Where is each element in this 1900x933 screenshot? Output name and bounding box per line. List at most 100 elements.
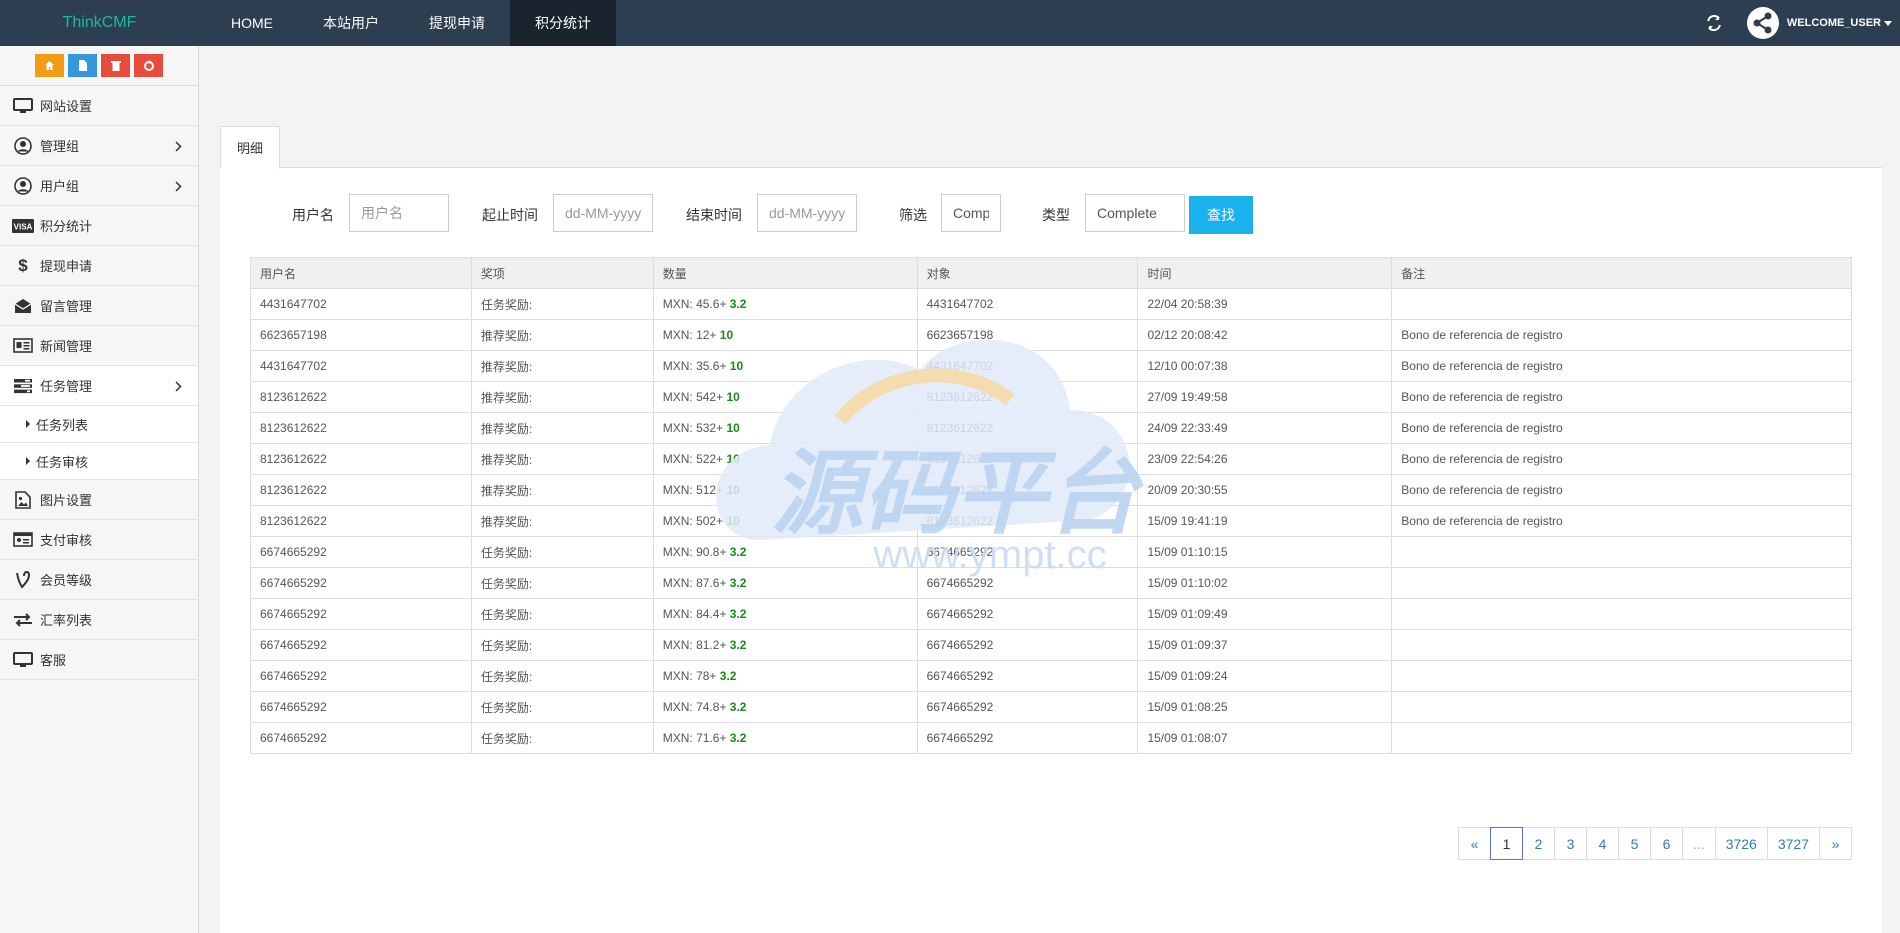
nav-right: WELCOME_USER xyxy=(1703,0,1900,46)
bonus-value: 10 xyxy=(719,328,734,342)
caret-down-icon xyxy=(1884,20,1892,26)
screen-select[interactable] xyxy=(941,194,1001,232)
cell-username: 6674665292 xyxy=(250,660,472,692)
search-button[interactable]: 查找 xyxy=(1189,196,1253,234)
cell-target: 8123612622 xyxy=(916,381,1139,413)
table-row: 6674665292 任务奖励: MXN: 78+ 3.2 6674665292 15/… xyxy=(250,660,1852,692)
sidebar-item-payment-review[interactable]: 支付审核 xyxy=(0,520,198,560)
page-prev[interactable]: « xyxy=(1458,827,1492,860)
nav-points[interactable]: 积分统计 xyxy=(510,0,616,46)
chevron-right-icon xyxy=(175,380,182,395)
cell-amount: MXN: 502+ 10 xyxy=(652,505,918,537)
cell-username: 4431647702 xyxy=(250,350,472,382)
sidebar-item-label: 汇率列表 xyxy=(40,613,93,628)
dollar-icon: $ xyxy=(18,255,28,275)
home-icon[interactable] xyxy=(35,54,64,77)
cell-amount: MXN: 532+ 10 xyxy=(652,412,918,444)
cell-target: 8123612622 xyxy=(916,505,1139,537)
end-date-input[interactable] xyxy=(757,194,857,232)
bonus-value: 3.2 xyxy=(729,607,747,621)
amount-value: MXN: 90.8+ xyxy=(662,545,727,559)
user-menu[interactable]: WELCOME_USER xyxy=(1787,17,1892,29)
sidebar-item-label: 新闻管理 xyxy=(40,339,93,354)
type-select[interactable] xyxy=(1085,194,1185,232)
sidebar-item-points[interactable]: VISA 积分统计 xyxy=(0,206,198,246)
refresh-icon[interactable] xyxy=(1703,12,1725,34)
cell-award: 推荐奖励: xyxy=(470,505,654,537)
page-link[interactable]: 3 xyxy=(1554,827,1588,860)
cell-target: 6674665292 xyxy=(916,722,1139,754)
amount-value: MXN: 542+ xyxy=(662,390,724,404)
cell-note xyxy=(1391,288,1852,320)
caret-right-icon xyxy=(26,420,30,428)
cell-time: 23/09 22:54:26 xyxy=(1137,443,1393,475)
cell-target: 8123612622 xyxy=(916,443,1139,475)
bonus-value: 10 xyxy=(726,514,740,528)
page-link[interactable]: 6 xyxy=(1650,827,1684,860)
sidebar-item-tasks[interactable]: 任务管理 xyxy=(0,366,198,406)
cell-target: 6674665292 xyxy=(916,598,1139,630)
page-link[interactable]: 5 xyxy=(1618,827,1652,860)
recycle-icon[interactable] xyxy=(134,54,163,77)
start-date-input[interactable] xyxy=(553,194,653,232)
sidebar-item-site-settings[interactable]: 网站设置 xyxy=(0,86,198,126)
cell-note: Bono de referencia de registro xyxy=(1391,474,1852,506)
cell-award: 任务奖励: xyxy=(470,536,654,568)
cell-award: 任务奖励: xyxy=(470,598,654,630)
table-row: 6674665292 任务奖励: MXN: 71.6+ 3.2 6674665292 1… xyxy=(250,722,1852,754)
col-note: 备注 xyxy=(1391,257,1852,289)
amount-value: MXN: 87.6+ xyxy=(662,576,727,590)
avatar[interactable] xyxy=(1746,7,1779,39)
exchange-icon xyxy=(12,611,34,629)
sidebar-item-exchange-rates[interactable]: 汇率列表 xyxy=(0,600,198,640)
chevron-right-icon xyxy=(175,180,182,195)
sidebar-item-messages[interactable]: 留言管理 xyxy=(0,286,198,326)
sidebar-item-news[interactable]: 新闻管理 xyxy=(0,326,198,366)
newspaper-icon xyxy=(12,337,34,355)
shortcut-bar xyxy=(0,46,198,86)
cell-amount: MXN: 78+ 3.2 xyxy=(652,660,918,692)
top-navbar: ThinkCMF HOME 本站用户 提现申请 积分统计 WELCOME_USE… xyxy=(0,0,1900,46)
cell-note: Bono de referencia de registro xyxy=(1391,412,1852,444)
nav-home[interactable]: HOME xyxy=(206,0,298,46)
page-next[interactable]: » xyxy=(1819,827,1852,860)
monitor-icon xyxy=(12,651,34,669)
sidebar-item-member-level[interactable]: 会员等级 xyxy=(0,560,198,600)
sidebar-item-user-group[interactable]: 用户组 xyxy=(0,166,198,206)
page-link[interactable]: 3726 xyxy=(1714,827,1768,860)
cell-username: 6674665292 xyxy=(250,691,472,723)
cell-username: 8123612622 xyxy=(250,443,472,475)
cell-award: 任务奖励: xyxy=(470,660,654,692)
amount-value: MXN: 45.6+ xyxy=(662,297,727,311)
sidebar-item-customer-service[interactable]: 客服 xyxy=(0,640,198,680)
page-link[interactable]: 4 xyxy=(1586,827,1620,860)
chevron-right-icon xyxy=(175,140,182,155)
sidebar-item-label: 积分统计 xyxy=(40,219,93,234)
cell-note xyxy=(1391,722,1852,754)
sidebar-subitem-task-list[interactable]: 任务列表 xyxy=(0,406,198,443)
username-input[interactable] xyxy=(349,194,449,232)
nav-users[interactable]: 本站用户 xyxy=(298,0,404,46)
cell-note xyxy=(1391,629,1852,661)
brand-logo[interactable]: ThinkCMF xyxy=(0,0,199,46)
page-link[interactable]: 1 xyxy=(1490,827,1524,860)
table-row: 4431647702 推荐奖励: MXN: 35.6+ 10 4431647702 12… xyxy=(250,350,1852,382)
sidebar-subitem-label: 任务列表 xyxy=(36,417,89,433)
nav-withdraw[interactable]: 提现申请 xyxy=(404,0,510,46)
bonus-value: 10 xyxy=(726,452,740,466)
tab-detail[interactable]: 明细 xyxy=(220,126,280,169)
tasks-icon xyxy=(12,377,34,395)
monitor-icon xyxy=(12,97,34,115)
sidebar-subitem-task-review[interactable]: 任务审核 xyxy=(0,443,198,480)
sidebar-item-image-settings[interactable]: 图片设置 xyxy=(0,480,198,520)
page-link[interactable]: 2 xyxy=(1522,827,1556,860)
table-row: 6674665292 任务奖励: MXN: 84.4+ 3.2 6674665292 1… xyxy=(250,598,1852,630)
amount-value: MXN: 84.4+ xyxy=(662,607,727,621)
sidebar-item-label: 客服 xyxy=(40,653,67,668)
sidebar-item-label: 会员等级 xyxy=(40,573,93,588)
trash-icon[interactable] xyxy=(101,54,130,77)
sidebar-item-admin-group[interactable]: 管理组 xyxy=(0,126,198,166)
sidebar-item-withdraw[interactable]: $ 提现申请 xyxy=(0,246,198,286)
file-icon[interactable] xyxy=(68,54,97,77)
page-link[interactable]: 3727 xyxy=(1766,827,1820,860)
